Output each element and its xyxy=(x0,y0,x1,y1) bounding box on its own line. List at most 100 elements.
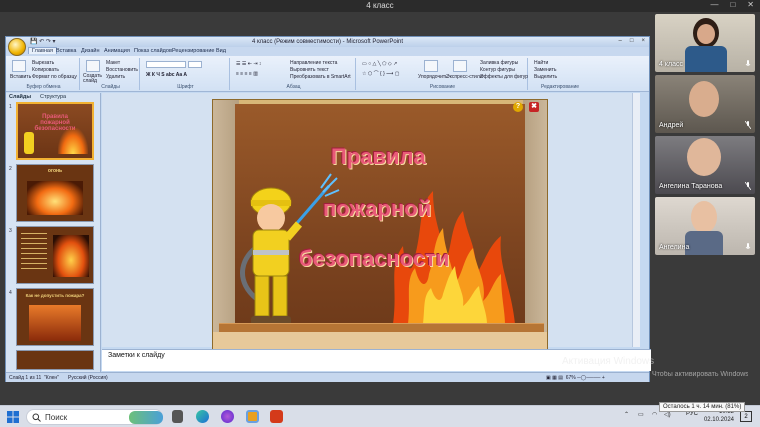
group-slides: Создать слайд Макет Восстановить Удалить… xyxy=(82,58,140,90)
font-style-buttons[interactable]: Ж К Ч S abc Aa A xyxy=(146,72,187,78)
group-drawing: ▭ ○ △ ╲ ⬠ ◇ ↗ ☆ ⬡ ⌒ { } ⟶ ▢ Упорядочить … xyxy=(358,58,528,90)
thumbnail-slide-2[interactable]: огонь xyxy=(16,164,94,222)
thumbnail-slide-1[interactable]: Правила пожарной безопасности xyxy=(16,102,94,160)
tab-animation[interactable]: Анимация xyxy=(104,48,130,54)
slide[interactable]: Правила пожарной безопасности ? ✖ xyxy=(212,99,548,352)
pane-tabs: Слайды Структура xyxy=(6,93,100,101)
align-buttons[interactable]: ≡ ≡ ≡ ≡ ▥ xyxy=(236,71,258,77)
window-controls: — □ ✕ xyxy=(698,0,754,9)
slide-title-line1: Правила xyxy=(331,144,426,169)
shapes-gallery-row2[interactable]: ☆ ⬡ ⌒ { } ⟶ ▢ xyxy=(362,70,399,77)
theme-name: "Клен" xyxy=(44,375,59,381)
ppt-close-icon[interactable]: × xyxy=(641,38,645,44)
tray-expand-icon[interactable]: ⌃ xyxy=(624,411,629,418)
maximize-icon[interactable]: □ xyxy=(730,0,735,9)
participant-tile[interactable]: Андрей xyxy=(655,75,755,133)
arrange-icon[interactable] xyxy=(424,60,438,72)
tab-outline[interactable]: Структура xyxy=(40,94,66,100)
smartart-button[interactable]: Преобразовать в SmartArt xyxy=(290,74,351,80)
tab-view[interactable]: Вид xyxy=(216,48,226,54)
ppt-minimize-icon[interactable]: – xyxy=(619,38,622,44)
paste-button[interactable]: Вставить xyxy=(10,74,31,80)
cut-button[interactable]: Вырезать xyxy=(32,60,54,66)
task-view-icon[interactable] xyxy=(172,410,183,423)
shape-outline-button[interactable]: Контур фигуры xyxy=(480,67,515,73)
active-app-icon[interactable] xyxy=(246,410,259,423)
group-font: Ж К Ч S abc Aa A Шрифт xyxy=(142,58,230,90)
new-slide-button[interactable]: Создать слайд xyxy=(83,74,105,84)
edge-icon[interactable] xyxy=(196,410,209,423)
app-icon[interactable] xyxy=(221,410,234,423)
thumb-fire xyxy=(58,128,88,154)
align-text-button[interactable]: Выровнять текст xyxy=(290,67,329,73)
quick-styles-icon[interactable] xyxy=(453,60,467,72)
find-button[interactable]: Найти xyxy=(534,60,548,66)
participant-tile[interactable]: Ангелина xyxy=(655,197,755,255)
thumbnail-slide-4[interactable]: Как не допустить пожара? xyxy=(16,288,94,346)
font-size-field[interactable] xyxy=(188,61,202,68)
shapes-gallery[interactable]: ▭ ○ △ ╲ ⬠ ◇ ↗ xyxy=(362,61,397,67)
paste-icon[interactable] xyxy=(12,60,26,72)
tab-design[interactable]: Дизайн xyxy=(81,48,100,54)
font-name-field[interactable] xyxy=(146,61,186,68)
format-painter-button[interactable]: Формат по образцу xyxy=(32,74,77,80)
editing-label: Редактирование xyxy=(540,84,580,90)
layout-button[interactable]: Макет xyxy=(106,60,120,66)
thumb-fire-image xyxy=(27,181,83,215)
vertical-scrollbar[interactable] xyxy=(632,93,640,347)
thumbnail-slide-3[interactable] xyxy=(16,226,94,284)
drawing-label: Рисование xyxy=(429,84,456,90)
minimize-icon[interactable]: — xyxy=(710,0,718,9)
tab-slides[interactable]: Слайды xyxy=(9,94,31,100)
arrange-button[interactable]: Упорядочить xyxy=(418,74,448,80)
participant-tile[interactable]: 4 класс xyxy=(655,14,755,72)
quick-styles-button[interactable]: Экспресс-стили xyxy=(446,74,483,80)
slide-canvas: Правила пожарной безопасности ? ✖ xyxy=(102,93,640,352)
thumbnail-list: 1 Правила пожарной безопасности 2 огонь … xyxy=(8,102,99,370)
avatar xyxy=(691,201,717,233)
thumb-firefighters xyxy=(29,305,81,341)
new-slide-icon[interactable] xyxy=(86,60,100,72)
view-buttons[interactable]: ▣ ▦ ▤ 67% ─◯──── + xyxy=(546,375,605,381)
paragraph-label: Абзац xyxy=(286,84,301,90)
tab-review[interactable]: Рецензирование xyxy=(172,48,214,54)
tab-slideshow[interactable]: Показ слайдов xyxy=(134,48,172,54)
thumbnail-slide-5[interactable] xyxy=(16,350,94,370)
shape-fill-button[interactable]: Заливка фигуры xyxy=(480,60,518,66)
office-button[interactable] xyxy=(8,38,26,56)
reset-button[interactable]: Восстановить xyxy=(106,67,138,73)
volume-icon[interactable]: ◁) xyxy=(664,411,671,418)
select-button[interactable]: Выделить xyxy=(534,74,557,80)
window-title: 4 класс (Режим совместимости) - Microsof… xyxy=(251,39,404,45)
battery-icon[interactable]: ▭ xyxy=(638,411,644,418)
search-label: Поиск xyxy=(45,413,68,422)
text-direction-button[interactable]: Направление текста xyxy=(290,60,337,66)
mic-icon xyxy=(745,60,751,66)
thumb-number: 2 xyxy=(9,166,12,172)
shape-effects-button[interactable]: Эффекты для фигур xyxy=(480,74,528,80)
close-icon[interactable]: ✕ xyxy=(747,0,754,9)
meeting-topbar: 4 класс — □ ✕ xyxy=(0,0,760,12)
wifi-icon[interactable]: ◠ xyxy=(652,411,657,418)
powerpoint-icon[interactable] xyxy=(270,410,283,423)
copy-button[interactable]: Копировать xyxy=(32,67,59,73)
notifications-icon[interactable]: 2 xyxy=(740,411,752,422)
group-clipboard: Вставить Вырезать Копировать Формат по о… xyxy=(8,58,80,90)
close-slide-icon[interactable]: ✖ xyxy=(529,102,539,112)
ppt-maximize-icon[interactable]: □ xyxy=(630,38,634,44)
tab-home[interactable]: Главная xyxy=(28,47,57,54)
delete-slide-button[interactable]: Удалить xyxy=(106,74,125,80)
tab-insert[interactable]: Вставка xyxy=(56,48,76,54)
language-indicator[interactable]: Русский (Россия) xyxy=(68,375,108,381)
slides-label: Слайды xyxy=(101,84,120,90)
help-icon[interactable]: ? xyxy=(513,102,523,112)
windows-start-icon[interactable] xyxy=(7,411,19,423)
slide-title-line3: безопасности xyxy=(299,246,450,271)
replace-button[interactable]: Заменить xyxy=(534,67,556,73)
ppt-titlebar: 💾 ↶ ↷ ▾ 4 класс (Режим совместимости) - … xyxy=(6,37,649,47)
list-buttons[interactable]: ☰ ☰ ⇤ ⇥ ↕ xyxy=(236,61,261,67)
avatar xyxy=(687,138,721,176)
participant-tile[interactable]: Ангелина Таранова xyxy=(655,136,755,194)
taskbar-search[interactable]: Поиск xyxy=(26,409,163,425)
clipboard-label: Буфер обмена xyxy=(26,84,61,90)
